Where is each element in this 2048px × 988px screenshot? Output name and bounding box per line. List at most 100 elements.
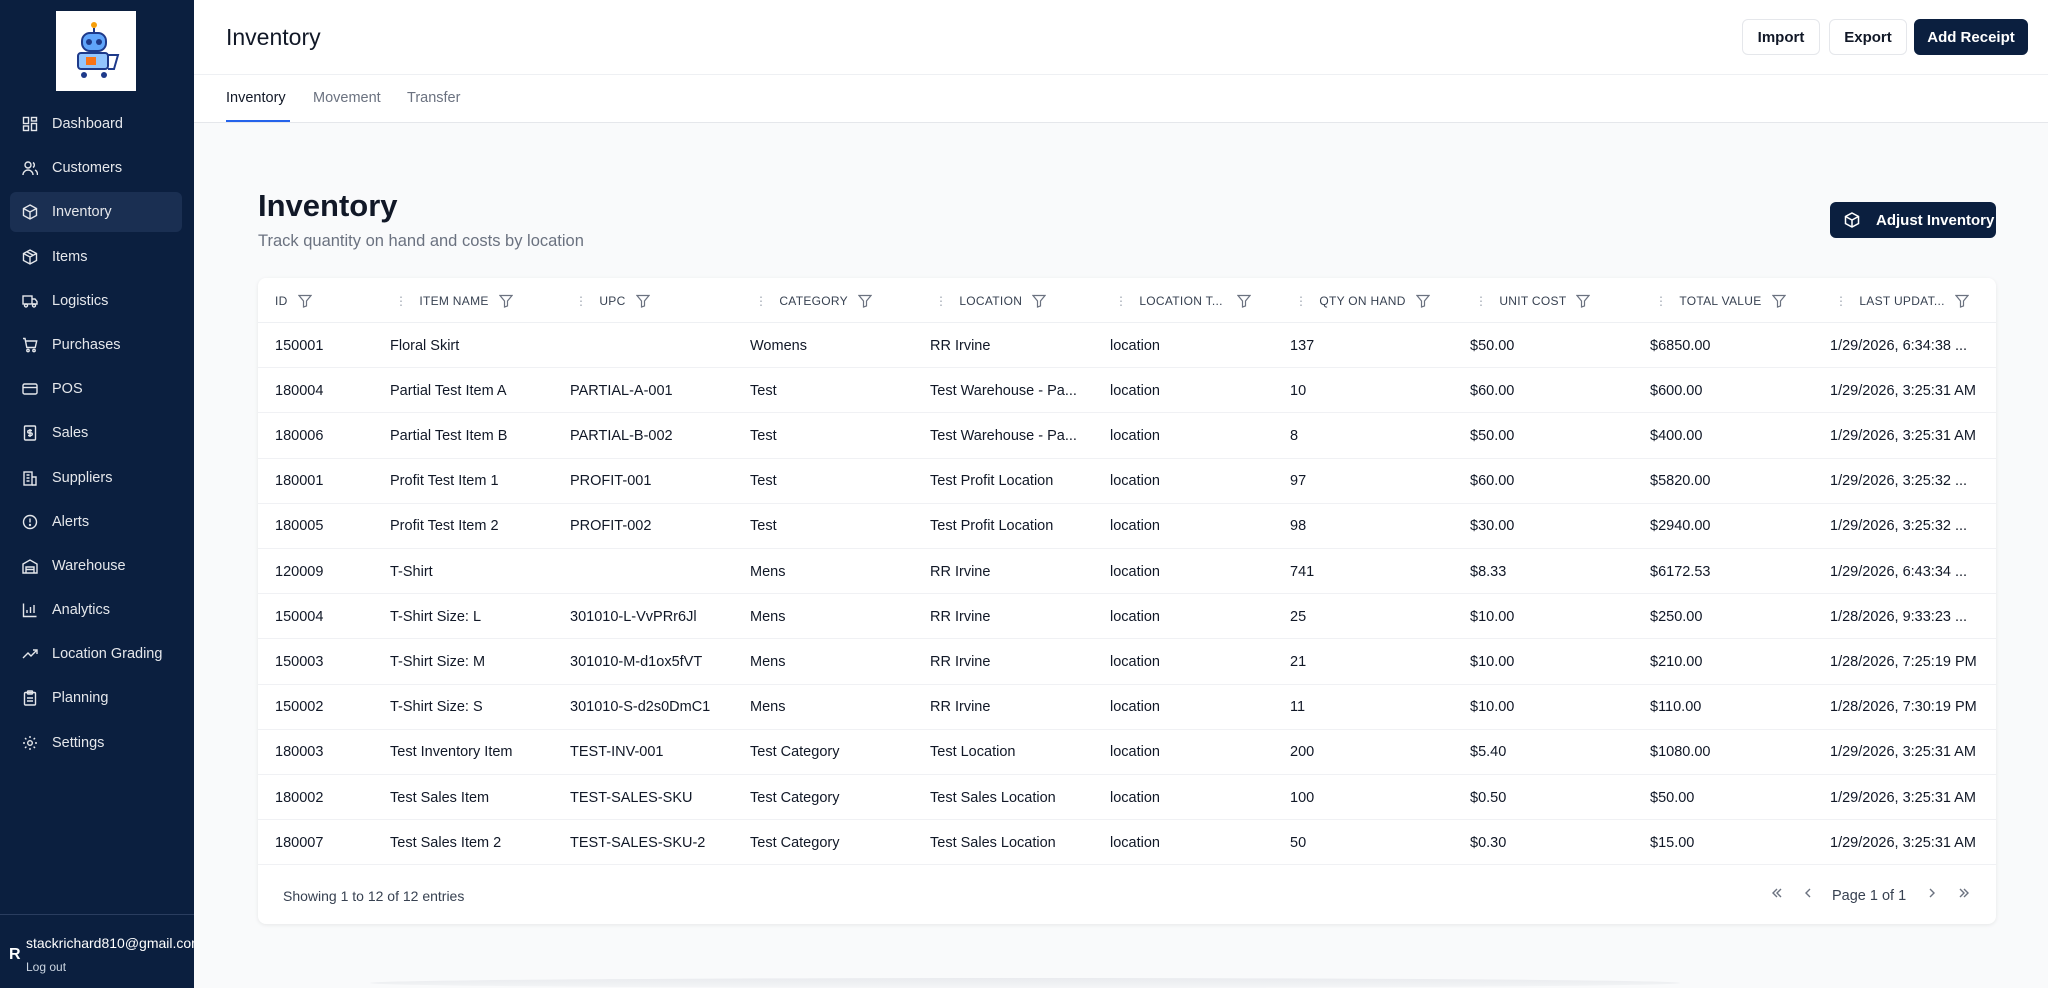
sidebar-item-warehouse[interactable]: Warehouse <box>10 546 182 586</box>
sidebar-item-items[interactable]: Items <box>10 237 182 277</box>
column-header-qty-on-hand[interactable]: ⋮ QTY ON HAND <box>1295 278 1430 323</box>
cell-upc: PARTIAL-A-001 <box>570 382 673 399</box>
export-button[interactable]: Export <box>1829 19 1907 55</box>
adjust-inventory-button[interactable]: Adjust Inventory <box>1830 202 1996 238</box>
table-row[interactable]: 180001 Profit Test Item 1 PROFIT-001 Test Te… <box>258 459 1996 504</box>
sidebar-item-customers[interactable]: Customers <box>10 148 182 188</box>
cell-last-updated: 1/29/2026, 3:25:31 AM <box>1830 834 1976 851</box>
table-row[interactable]: 180005 Profit Test Item 2 PROFIT-002 Test Te… <box>258 504 1996 549</box>
filter-icon[interactable] <box>1415 294 1430 308</box>
tab-movement[interactable]: Movement <box>313 90 381 106</box>
column-header-last-updated[interactable]: ⋮ LAST UPDAT... <box>1835 278 1969 323</box>
sidebar-item-label: Customers <box>52 160 123 177</box>
tab-bar: Inventory Movement Transfer <box>194 75 2048 123</box>
alert-circle-icon <box>22 514 38 530</box>
cell-category: Test Category <box>750 789 840 806</box>
cell-location-type: location <box>1110 789 1160 806</box>
cell-category: Mens <box>750 563 786 580</box>
filter-icon[interactable] <box>857 294 872 308</box>
next-page-button[interactable] <box>1921 882 1943 904</box>
cell-upc: PARTIAL-B-002 <box>570 427 673 444</box>
sidebar-item-purchases[interactable]: Purchases <box>10 325 182 365</box>
sidebar-item-analytics[interactable]: Analytics <box>10 590 182 630</box>
drag-handle-icon[interactable]: ⋮ <box>1295 294 1307 308</box>
table-row[interactable]: 180002 Test Sales Item TEST-SALES-SKU Test … <box>258 775 1996 821</box>
filter-icon[interactable] <box>1576 294 1591 308</box>
sidebar-item-inventory[interactable]: Inventory <box>10 192 182 233</box>
filter-icon[interactable] <box>635 294 650 308</box>
filter-icon[interactable] <box>1954 294 1969 308</box>
cell-upc: 301010-M-d1ox5fVT <box>570 653 703 670</box>
table-row[interactable]: 150001 Floral Skirt Womens RR Irvine locatio… <box>258 323 1996 369</box>
filter-icon[interactable] <box>297 294 312 308</box>
sidebar-item-dashboard[interactable]: Dashboard <box>10 104 182 144</box>
column-header-total-value[interactable]: ⋮ TOTAL VALUE <box>1655 278 1786 323</box>
app-logo[interactable] <box>56 11 136 91</box>
column-header-id[interactable]: ID <box>275 278 312 323</box>
cell-last-updated: 1/29/2026, 3:25:31 AM <box>1830 744 1976 761</box>
filter-icon[interactable] <box>1032 294 1047 308</box>
gear-icon <box>22 735 38 751</box>
first-page-button[interactable] <box>1766 882 1788 904</box>
sidebar-item-location-grading[interactable]: Location Grading <box>10 634 182 674</box>
table-row[interactable]: 180007 Test Sales Item 2 TEST-SALES-SKU-2 T… <box>258 820 1996 866</box>
table-row[interactable]: 180003 Test Inventory Item TEST-INV-001 Tes… <box>258 730 1996 775</box>
sidebar-nav: Dashboard Customers Inventory Items Logi… <box>10 104 182 767</box>
filter-icon[interactable] <box>1771 294 1786 308</box>
cell-item-name: T-Shirt Size: S <box>390 699 483 716</box>
sidebar-item-settings[interactable]: Settings <box>10 723 182 763</box>
sidebar-item-suppliers[interactable]: Suppliers <box>10 458 182 498</box>
drag-handle-icon[interactable]: ⋮ <box>1835 294 1847 308</box>
drag-handle-icon[interactable]: ⋮ <box>1475 294 1487 308</box>
cell-item-name: T-Shirt <box>390 563 433 580</box>
sidebar-item-logistics[interactable]: Logistics <box>10 281 182 321</box>
import-button[interactable]: Import <box>1742 19 1820 55</box>
tab-inventory[interactable]: Inventory <box>226 90 286 106</box>
column-header-upc[interactable]: ⋮ UPC <box>575 278 650 323</box>
cell-category: Test <box>750 518 777 535</box>
section-heading: Inventory <box>258 188 398 223</box>
cell-item-name: Floral Skirt <box>390 337 460 354</box>
drag-handle-icon[interactable]: ⋮ <box>575 294 587 308</box>
table-row[interactable]: 150002 T-Shirt Size: S 301010-S-d2s0DmC1 Me… <box>258 685 1996 730</box>
cell-category: Mens <box>750 608 786 625</box>
sidebar-item-sales[interactable]: Sales <box>10 413 182 453</box>
table-row[interactable]: 120009 T-Shirt Mens RR Irvine location 741 $8.… <box>258 549 1996 595</box>
last-page-button[interactable] <box>1953 882 1975 904</box>
filter-icon[interactable] <box>1236 294 1251 308</box>
filter-icon[interactable] <box>498 294 513 308</box>
tab-transfer[interactable]: Transfer <box>407 90 460 106</box>
drag-handle-icon[interactable]: ⋮ <box>755 294 767 308</box>
cell-category: Mens <box>750 699 786 716</box>
cell-id: 180006 <box>275 427 324 444</box>
prev-page-button[interactable] <box>1797 882 1819 904</box>
table-row[interactable]: 180006 Partial Test Item B PARTIAL-B-002 Te… <box>258 413 1996 459</box>
cell-last-updated: 1/29/2026, 3:25:32 ... <box>1830 473 1968 490</box>
cell-unit-cost: $30.00 <box>1470 518 1515 535</box>
column-header-category[interactable]: ⋮ CATEGORY <box>755 278 872 323</box>
column-header-location-type[interactable]: ⋮ LOCATION T... <box>1115 278 1251 323</box>
cell-item-name: Profit Test Item 1 <box>390 473 499 490</box>
cell-location: RR Irvine <box>930 608 991 625</box>
drag-handle-icon[interactable]: ⋮ <box>395 294 407 308</box>
cell-location-type: location <box>1110 699 1160 716</box>
logout-link[interactable]: Log out <box>26 960 66 974</box>
drag-handle-icon[interactable]: ⋮ <box>1655 294 1667 308</box>
sidebar-item-alerts[interactable]: Alerts <box>10 502 182 542</box>
table-row[interactable]: 180004 Partial Test Item A PARTIAL-A-001 Te… <box>258 368 1996 414</box>
box-icon <box>22 204 38 221</box>
sidebar-item-label: POS <box>52 381 83 398</box>
sidebar-item-pos[interactable]: POS <box>10 369 182 409</box>
drag-handle-icon[interactable]: ⋮ <box>935 294 947 308</box>
cell-location: RR Irvine <box>930 699 991 716</box>
add-receipt-button[interactable]: Add Receipt <box>1914 19 2028 55</box>
sidebar-item-planning[interactable]: Planning <box>10 678 182 718</box>
column-header-item-name[interactable]: ⋮ ITEM NAME <box>395 278 513 323</box>
cell-location: Test Warehouse - Pa... <box>930 427 1077 444</box>
column-header-unit-cost[interactable]: ⋮ UNIT COST <box>1475 278 1591 323</box>
drag-handle-icon[interactable]: ⋮ <box>1115 294 1127 308</box>
table-row[interactable]: 150003 T-Shirt Size: M 301010-M-d1ox5fVT Me… <box>258 639 1996 685</box>
cell-location-type: location <box>1110 518 1160 535</box>
table-row[interactable]: 150004 T-Shirt Size: L 301010-L-VvPRr6Jl Me… <box>258 594 1996 640</box>
column-header-location[interactable]: ⋮ LOCATION <box>935 278 1047 323</box>
